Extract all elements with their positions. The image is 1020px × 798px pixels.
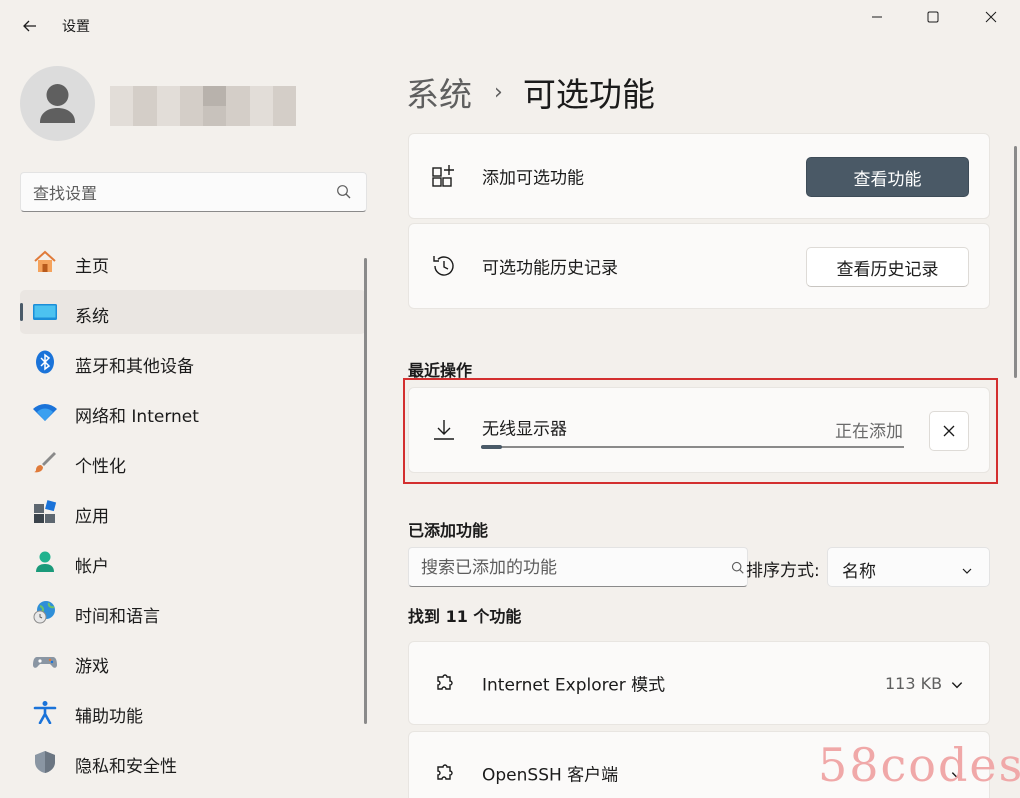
sidebar-item-system[interactable]: 系统 xyxy=(20,290,366,334)
account-icon xyxy=(32,550,58,574)
feature-size: 113 KB xyxy=(885,674,943,693)
history-card: 可选功能历史记录 查看历史记录 xyxy=(408,223,990,309)
sidebar-item-gaming[interactable]: 游戏 xyxy=(20,640,366,684)
title-bar: 设置 xyxy=(0,0,1020,50)
sidebar-item-time-language[interactable]: 时间和语言 xyxy=(20,590,366,634)
sort-value: 名称 xyxy=(842,562,876,582)
maximize-button[interactable] xyxy=(910,4,956,30)
history-label: 可选功能历史记录 xyxy=(482,258,618,279)
sidebar-item-apps[interactable]: 应用 xyxy=(20,490,366,534)
globe-clock-icon xyxy=(32,600,58,624)
settings-search[interactable] xyxy=(20,172,367,212)
sidebar-item-label: 时间和语言 xyxy=(75,607,160,627)
close-window-button[interactable] xyxy=(968,4,1014,30)
sidebar-item-label: 蓝牙和其他设备 xyxy=(75,357,194,377)
avatar[interactable] xyxy=(20,66,95,141)
wifi-icon xyxy=(32,400,58,424)
chevron-down-icon xyxy=(961,562,973,581)
breadcrumb: 系统 › 可选功能 xyxy=(406,68,655,116)
sidebar-item-home[interactable]: 主页 xyxy=(20,240,366,284)
sidebar-item-network[interactable]: 网络和 Internet xyxy=(20,390,366,434)
back-arrow-icon xyxy=(23,20,36,32)
add-apps-icon xyxy=(431,163,457,189)
breadcrumb-separator: › xyxy=(494,79,503,105)
user-icon xyxy=(40,84,75,123)
added-features-title: 已添加功能 xyxy=(408,521,489,540)
search-icon xyxy=(731,560,745,579)
page-title: 可选功能 xyxy=(522,75,655,114)
sidebar-item-bluetooth[interactable]: 蓝牙和其他设备 xyxy=(20,340,366,384)
home-icon xyxy=(32,250,58,274)
sidebar-item-label: 应用 xyxy=(75,507,109,527)
added-features-search[interactable] xyxy=(408,547,748,587)
sidebar-item-label: 游戏 xyxy=(75,657,109,677)
minimize-icon xyxy=(872,16,882,18)
sidebar-item-label: 隐私和安全性 xyxy=(75,757,177,777)
app-title: 设置 xyxy=(62,19,90,35)
feature-name: Internet Explorer 模式 xyxy=(482,675,666,696)
system-icon xyxy=(32,300,58,324)
features-found-count: 找到 11 个功能 xyxy=(408,607,522,626)
view-features-button[interactable]: 查看功能 xyxy=(806,157,969,197)
add-feature-label: 添加可选功能 xyxy=(482,168,584,189)
sort-dropdown[interactable]: 名称 xyxy=(827,547,990,587)
user-name-blurred xyxy=(110,86,296,126)
sidebar-item-accessibility[interactable]: 辅助功能 xyxy=(20,690,366,734)
maximize-icon xyxy=(927,11,939,23)
sidebar-item-label: 个性化 xyxy=(75,457,126,477)
sidebar-item-label: 网络和 Internet xyxy=(75,407,199,427)
feature-name: OpenSSH 客户端 xyxy=(482,765,619,786)
settings-search-input[interactable] xyxy=(33,181,323,205)
accessibility-icon xyxy=(32,700,58,724)
sidebar-nav: 主页 系统 蓝牙和其他设备 网络和 Internet 个性化 应用 帐户 时间和… xyxy=(20,240,366,790)
puzzle-icon xyxy=(431,760,457,786)
minimize-button[interactable] xyxy=(854,4,900,30)
sidebar-item-label: 帐户 xyxy=(75,557,109,577)
apps-icon xyxy=(32,500,58,524)
sidebar-scrollbar[interactable] xyxy=(364,258,367,724)
highlight-annotation xyxy=(403,378,998,484)
main-scrollbar[interactable] xyxy=(1014,146,1017,378)
puzzle-icon xyxy=(431,670,457,696)
watermark: 58codes xyxy=(818,738,1020,792)
sort-label: 排序方式: xyxy=(746,561,820,581)
sidebar-item-personalization[interactable]: 个性化 xyxy=(20,440,366,484)
added-features-search-input[interactable] xyxy=(421,556,721,580)
active-indicator xyxy=(20,303,23,321)
chevron-down-icon[interactable] xyxy=(950,677,964,696)
bluetooth-icon xyxy=(32,350,58,374)
gamepad-icon xyxy=(32,650,58,674)
sidebar-item-accounts[interactable]: 帐户 xyxy=(20,540,366,584)
brush-icon xyxy=(32,450,58,474)
sidebar-item-privacy[interactable]: 隐私和安全性 xyxy=(20,740,366,784)
sidebar-item-label: 系统 xyxy=(75,307,109,327)
feature-row[interactable]: Internet Explorer 模式 113 KB xyxy=(408,641,990,725)
add-feature-card: 添加可选功能 查看功能 xyxy=(408,133,990,219)
view-history-button[interactable]: 查看历史记录 xyxy=(806,247,969,287)
breadcrumb-parent[interactable]: 系统 xyxy=(406,68,472,116)
sidebar-item-label: 辅助功能 xyxy=(75,707,143,727)
close-icon xyxy=(985,11,997,23)
shield-icon xyxy=(32,750,58,774)
search-icon xyxy=(336,184,352,204)
history-icon xyxy=(431,253,457,279)
back-button[interactable] xyxy=(14,10,46,42)
sidebar-item-label: 主页 xyxy=(75,257,109,277)
